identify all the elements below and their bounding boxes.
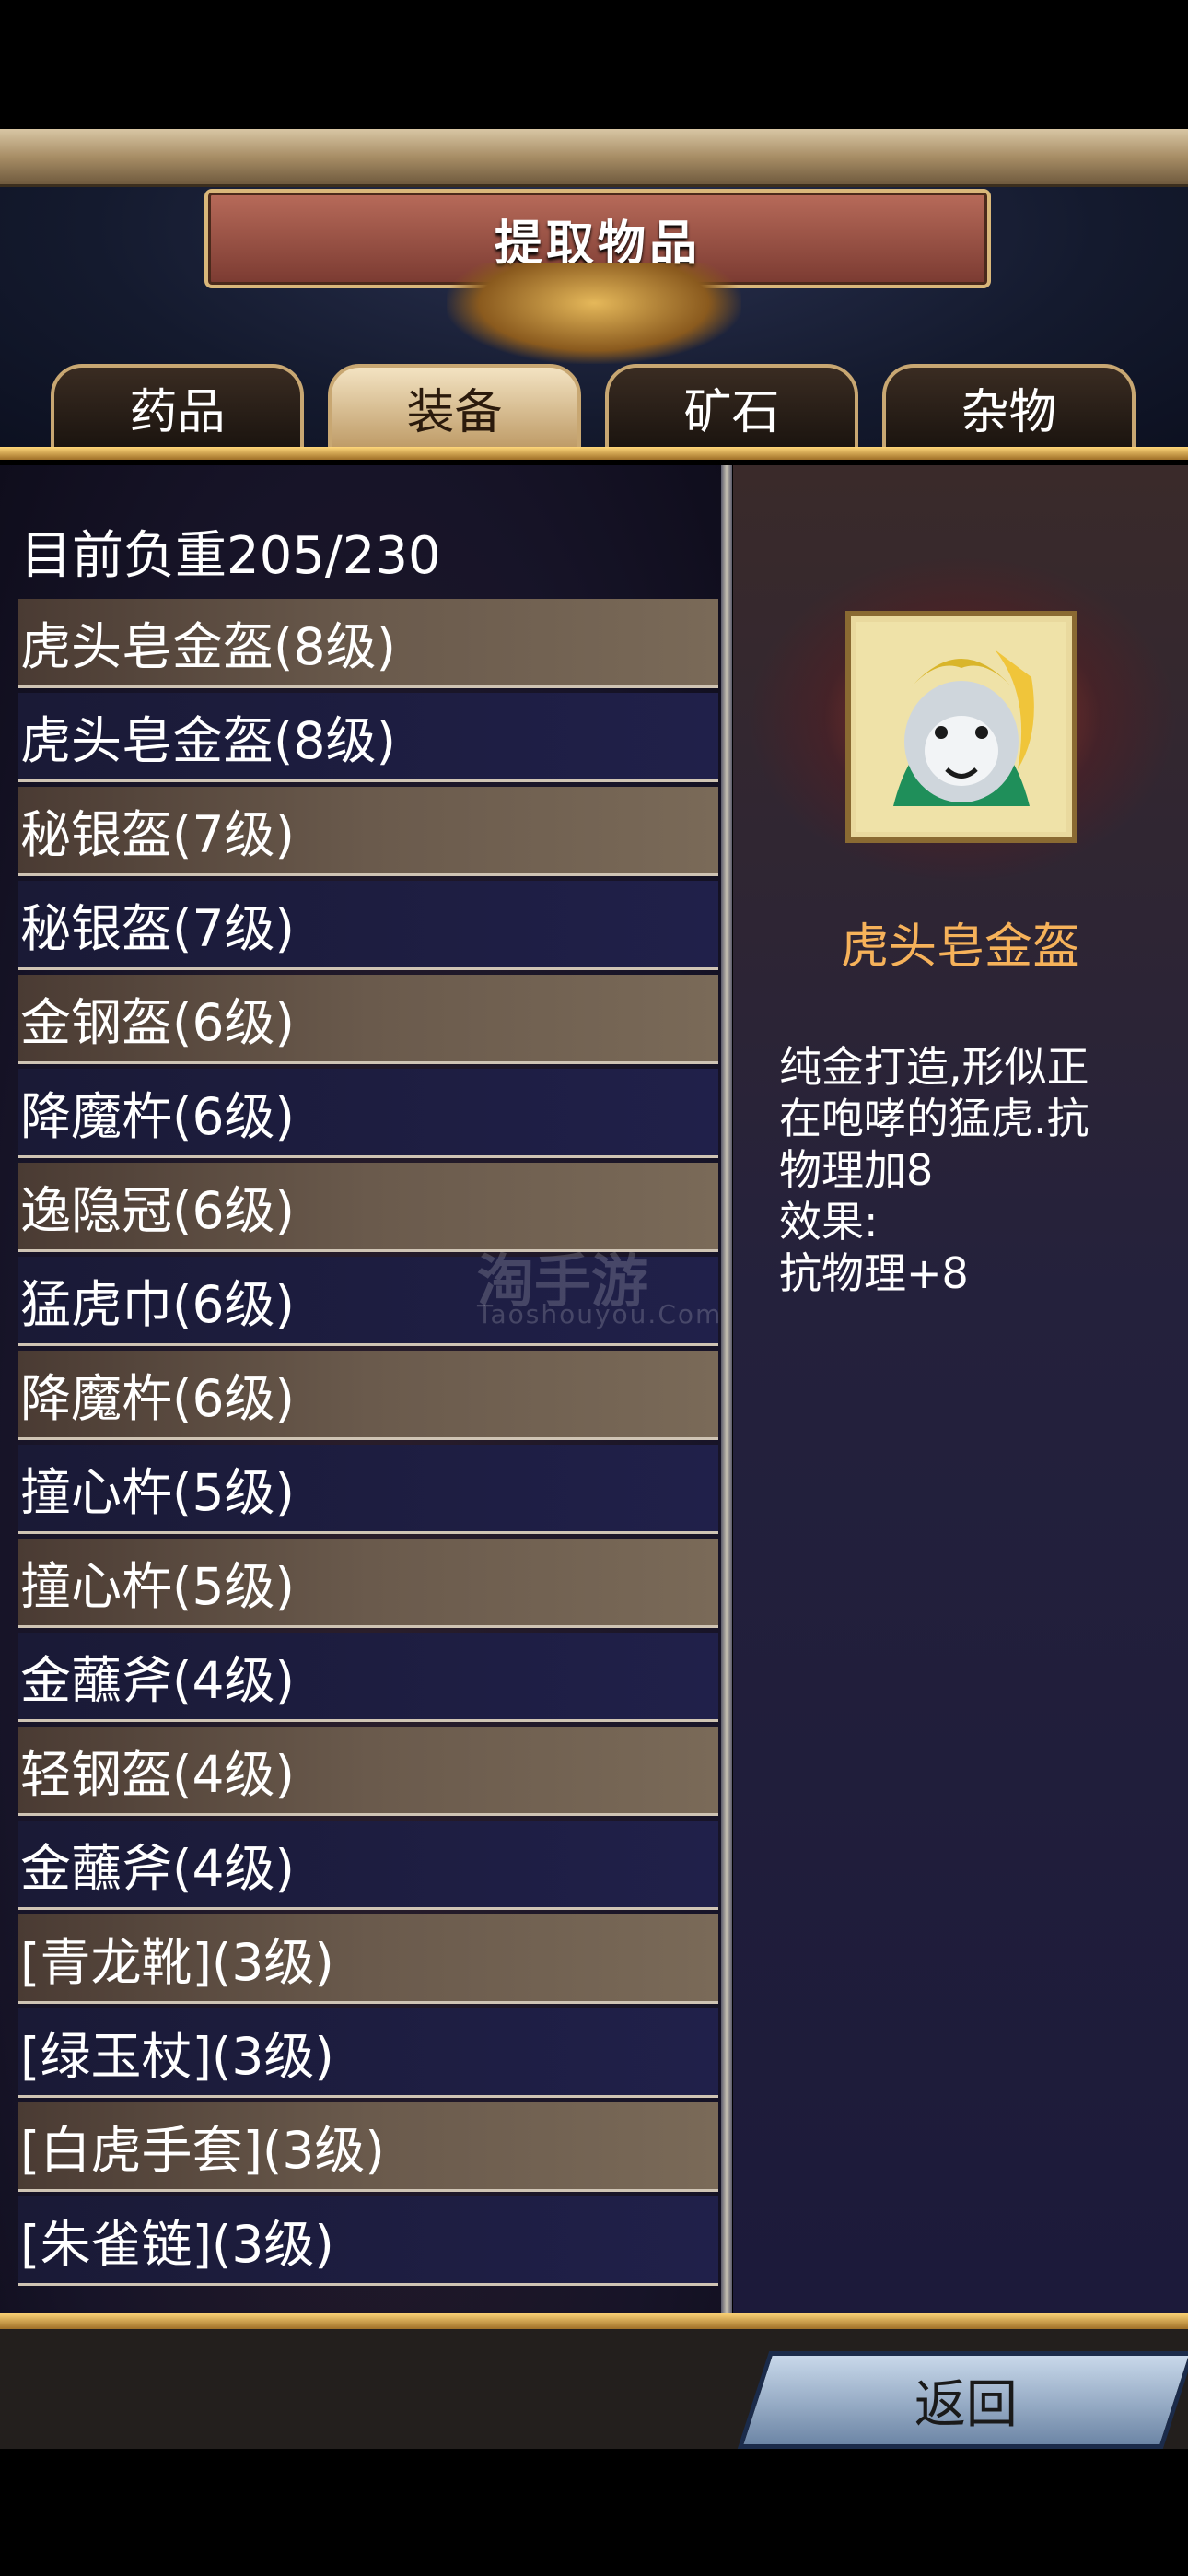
list-item[interactable]: 撞心杵(5级): [18, 1445, 718, 1534]
list-item-label: [朱雀链](3级): [20, 2215, 334, 2274]
tab-ore[interactable]: 矿石: [605, 364, 858, 447]
item-icon-frame: [845, 611, 1077, 843]
list-item[interactable]: 降魔杵(6级): [18, 1351, 718, 1440]
tab-label: 药品: [129, 384, 226, 440]
list-item-label: 虎头皂金盔(8级): [20, 617, 396, 676]
list-item[interactable]: 降魔杵(6级): [18, 1069, 718, 1158]
tab-label: 装备: [406, 384, 503, 440]
list-item-label: 降魔杵(6级): [20, 1087, 295, 1146]
list-item-label: 秘银盔(7级): [20, 899, 295, 958]
list-item[interactable]: 虎头皂金盔(8级): [18, 599, 718, 688]
list-item[interactable]: 撞心杵(5级): [18, 1539, 718, 1628]
tiger-helmet-icon: [856, 622, 1066, 832]
list-item[interactable]: [朱雀链](3级): [18, 2196, 718, 2286]
list-item[interactable]: 秘银盔(7级): [18, 787, 718, 876]
list-item-label: 撞心杵(5级): [20, 1463, 295, 1522]
list-item[interactable]: 秘银盔(7级): [18, 881, 718, 970]
header-trim: [0, 129, 1188, 187]
watermark-sub: Taoshouyou.Com: [477, 1299, 723, 1329]
list-item[interactable]: 金蘸斧(4级): [18, 1821, 718, 1910]
tab-misc[interactable]: 杂物: [882, 364, 1136, 447]
tab-medicine[interactable]: 药品: [51, 364, 304, 447]
list-item-label: 轻钢盔(4级): [20, 1745, 295, 1804]
weight-label: 目前负重205/230: [20, 526, 441, 586]
list-item-label: 金蘸斧(4级): [20, 1651, 295, 1710]
list-item-label: 降魔杵(6级): [20, 1369, 295, 1428]
description-line: 纯金打造,形似正: [779, 1042, 1089, 1092]
list-item-label: 虎头皂金盔(8级): [20, 711, 396, 770]
list-item[interactable]: 虎头皂金盔(8级): [18, 693, 718, 782]
list-item-label: 逸隐冠(6级): [20, 1181, 295, 1240]
list-item[interactable]: 轻钢盔(4级): [18, 1727, 718, 1816]
list-item-label: [白虎手套](3级): [20, 2121, 385, 2180]
description-line: 物理加8: [779, 1145, 934, 1195]
bottom-divider: [0, 2313, 1188, 2329]
list-item-label: 金钢盔(6级): [20, 993, 295, 1052]
list-item[interactable]: [青龙靴](3级): [18, 1914, 718, 2004]
tab-bar-divider: [0, 447, 1188, 460]
lion-head-ornament-icon: [447, 263, 741, 364]
tab-label: 矿石: [683, 384, 780, 440]
description-line: 抗物理+8: [779, 1248, 969, 1298]
item-description: 纯金打造,形似正 在咆哮的猛虎.抗 物理加8 效果: 抗物理+8: [779, 1041, 1166, 1299]
list-item[interactable]: [绿玉杖](3级): [18, 2008, 718, 2098]
list-item-label: [绿玉杖](3级): [20, 2027, 334, 2086]
back-button[interactable]: 返回: [737, 2351, 1188, 2449]
list-item[interactable]: [白虎手套](3级): [18, 2102, 718, 2192]
scrollbar[interactable]: [721, 465, 732, 2313]
description-line: 效果:: [779, 1197, 879, 1247]
tab-equipment[interactable]: 装备: [328, 364, 581, 447]
list-item[interactable]: 金蘸斧(4级): [18, 1633, 718, 1722]
list-item[interactable]: 金钢盔(6级): [18, 975, 718, 1064]
item-name: 虎头皂金盔: [840, 919, 1080, 975]
list-item-label: [青龙靴](3级): [20, 1933, 334, 1992]
list-item-label: 撞心杵(5级): [20, 1557, 295, 1616]
list-item-label: 秘银盔(7级): [20, 805, 295, 864]
description-line: 在咆哮的猛虎.抗: [779, 1094, 1089, 1143]
tab-label: 杂物: [961, 384, 1057, 440]
list-item-label: 猛虎巾(6级): [20, 1275, 295, 1334]
back-button-label: 返回: [914, 2374, 1018, 2435]
list-item-label: 金蘸斧(4级): [20, 1839, 295, 1898]
